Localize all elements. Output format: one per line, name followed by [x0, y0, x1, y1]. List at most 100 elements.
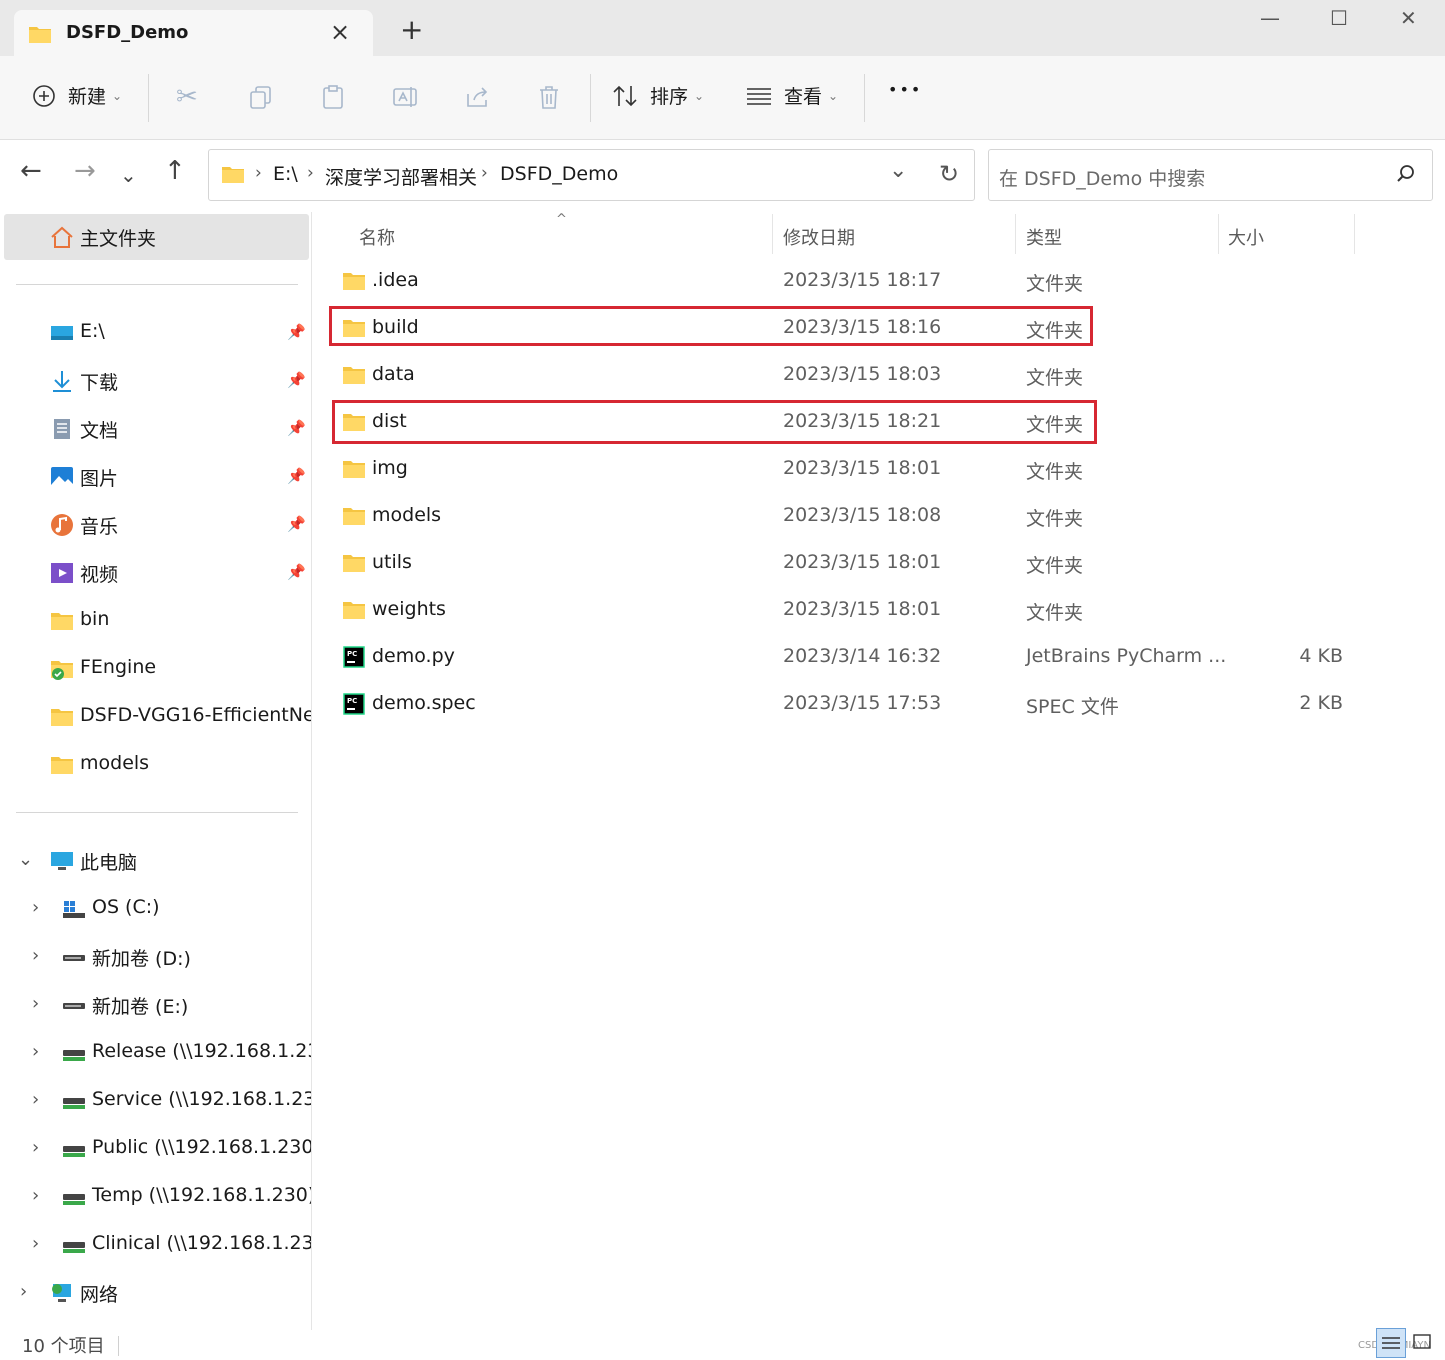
close-icon[interactable]: ×	[330, 18, 350, 46]
pin-icon[interactable]: 📌	[287, 323, 306, 341]
tab-dsfd-demo[interactable]: DSFD_Demo ×	[14, 10, 373, 58]
sidebar-item-videos[interactable]: 视频 📌	[0, 553, 311, 593]
minimize-button[interactable]: —	[1260, 6, 1280, 30]
thumbnail-view-icon	[1413, 1334, 1431, 1349]
chevron-right-icon[interactable]: ›	[20, 1281, 27, 1302]
sidebar-item-dsfd-vgg16[interactable]: DSFD-VGG16-EfficientNet-	[0, 697, 311, 737]
sidebar-item-drive-d[interactable]: › 新加卷 (D:)	[0, 937, 311, 977]
drive-icon	[63, 1003, 85, 1009]
new-button[interactable]: 新建 ⌄	[32, 82, 122, 109]
sidebar-item-music[interactable]: 音乐 📌	[0, 505, 311, 545]
address-bar[interactable]: › E:\ › 深度学习部署相关 › DSFD_Demo ⌄ ↻	[208, 149, 975, 201]
cut-icon[interactable]: ✂	[176, 84, 198, 110]
more-options-button[interactable]: •••	[888, 80, 922, 99]
folder-sync-icon	[51, 661, 73, 680]
address-history-chevron-icon[interactable]: ⌄	[889, 158, 907, 183]
pycharm-file-icon: PC	[343, 646, 365, 668]
thumbnail-view-button[interactable]	[1408, 1328, 1438, 1358]
refresh-icon[interactable]: ↻	[939, 160, 959, 188]
sidebar-item-label: 文档	[80, 420, 119, 442]
file-row[interactable]: weights 2023/3/15 18:01 文件夹	[313, 589, 1445, 633]
chevron-right-icon[interactable]: ›	[32, 897, 39, 918]
file-row[interactable]: img 2023/3/15 18:01 文件夹	[313, 448, 1445, 492]
file-row[interactable]: PC demo.spec 2023/3/15 17:53 SPEC 文件 2 KB	[313, 683, 1445, 727]
pin-icon[interactable]: 📌	[287, 563, 306, 581]
sidebar-item-models[interactable]: models	[0, 745, 311, 785]
sidebar-item-home-label[interactable]: 主文件夹	[0, 217, 311, 257]
pin-icon[interactable]: 📌	[287, 467, 306, 485]
sidebar-item-clinical[interactable]: › Clinical (\\192.168.1.230)	[0, 1225, 311, 1265]
file-row[interactable]: data 2023/3/15 18:03 文件夹	[313, 354, 1445, 398]
sidebar-item-label: Public (\\192.168.1.230) (	[92, 1136, 312, 1158]
file-type: 文件夹	[1026, 273, 1084, 295]
search-icon[interactable]	[1396, 164, 1416, 184]
file-row[interactable]: utils 2023/3/15 18:01 文件夹	[313, 542, 1445, 586]
file-row[interactable]: models 2023/3/15 18:08 文件夹	[313, 495, 1445, 539]
sidebar-item-public[interactable]: › Public (\\192.168.1.230) (	[0, 1129, 312, 1169]
chevron-down-icon[interactable]: ⌄	[18, 849, 33, 870]
column-header-date[interactable]: 修改日期	[783, 224, 855, 250]
sidebar-item-downloads[interactable]: 下载 📌	[0, 361, 311, 401]
chevron-right-icon[interactable]: ›	[32, 1185, 39, 1206]
sidebar-item-service[interactable]: › Service (\\192.168.1.230)	[0, 1081, 311, 1121]
chevron-right-icon[interactable]: ›	[32, 1089, 39, 1110]
chevron-right-icon[interactable]: ›	[32, 1233, 39, 1254]
up-arrow-icon[interactable]: ↑	[164, 158, 186, 184]
sidebar-item-this-pc[interactable]: ⌄ 此电脑	[0, 841, 311, 881]
maximize-button[interactable]: ☐	[1330, 6, 1348, 30]
column-header-type[interactable]: 类型	[1026, 224, 1062, 250]
file-name: data	[372, 363, 415, 385]
recent-locations-chevron-icon[interactable]: ⌄	[120, 162, 137, 188]
file-size: 2 KB	[1299, 692, 1343, 714]
copy-icon[interactable]	[248, 84, 274, 110]
new-tab-button[interactable]: +	[400, 16, 423, 44]
pin-icon[interactable]: 📌	[287, 419, 306, 437]
sidebar-item-release[interactable]: › Release (\\192.168.1.230)	[0, 1033, 311, 1073]
close-window-button[interactable]: ✕	[1400, 6, 1417, 30]
network-drive-icon	[63, 1146, 85, 1157]
highlight-box	[332, 400, 1097, 444]
column-divider[interactable]	[1218, 214, 1219, 254]
paste-icon[interactable]	[320, 84, 346, 110]
sidebar-item-fengine[interactable]: FEngine	[0, 649, 311, 689]
breadcrumb-drive-e[interactable]: E:\	[273, 163, 298, 185]
rename-icon[interactable]	[392, 84, 418, 110]
pin-icon[interactable]: 📌	[287, 371, 306, 389]
sidebar-item-e-drive[interactable]: E:\ 📌	[0, 313, 311, 353]
sidebar-item-documents[interactable]: 文档 📌	[0, 409, 311, 449]
pin-icon[interactable]: 📌	[287, 515, 306, 533]
sidebar-item-drive-c[interactable]: › OS (C:)	[0, 889, 311, 929]
sidebar-item-pictures[interactable]: 图片 📌	[0, 457, 311, 497]
svg-text:PC: PC	[347, 650, 357, 658]
details-view-button[interactable]	[1376, 1328, 1406, 1358]
chevron-right-icon[interactable]: ›	[32, 993, 39, 1014]
share-icon[interactable]	[464, 84, 490, 110]
chevron-right-icon[interactable]: ›	[32, 1041, 39, 1062]
file-row[interactable]: .idea 2023/3/15 18:17 文件夹	[313, 260, 1445, 304]
column-divider[interactable]	[1015, 214, 1016, 254]
column-header-name[interactable]: 名称	[359, 224, 395, 250]
delete-icon[interactable]	[536, 84, 562, 110]
breadcrumb-folder[interactable]: 深度学习部署相关	[325, 163, 477, 190]
breadcrumb-current[interactable]: DSFD_Demo	[500, 163, 618, 185]
back-arrow-icon[interactable]: ←	[20, 158, 42, 184]
column-divider[interactable]	[1354, 214, 1355, 254]
sidebar-item-bin[interactable]: bin	[0, 601, 311, 641]
file-modified-date: 2023/3/15 18:03	[783, 363, 942, 385]
chevron-right-icon[interactable]: ›	[32, 945, 39, 966]
view-button[interactable]: 查看 ⌄	[746, 82, 838, 109]
file-size: 4 KB	[1299, 645, 1343, 667]
pictures-icon	[51, 467, 73, 487]
file-row[interactable]: PC demo.py 2023/3/14 16:32 JetBrains PyChar…	[313, 636, 1445, 680]
chevron-right-icon[interactable]: ›	[32, 1137, 39, 1158]
column-header-size[interactable]: 大小	[1228, 224, 1264, 250]
divider	[118, 1336, 119, 1356]
column-divider[interactable]	[772, 214, 773, 254]
sidebar-item-label: 主文件夹	[80, 228, 157, 250]
search-box[interactable]: 在 DSFD_Demo 中搜索	[988, 149, 1433, 201]
sort-button[interactable]: 排序 ⌄	[612, 82, 704, 109]
sidebar-item-network[interactable]: › 网络	[0, 1273, 311, 1313]
forward-arrow-icon[interactable]: →	[74, 158, 96, 184]
sidebar-item-temp[interactable]: › Temp (\\192.168.1.230) (\	[0, 1177, 311, 1217]
sidebar-item-drive-e[interactable]: › 新加卷 (E:)	[0, 985, 311, 1025]
